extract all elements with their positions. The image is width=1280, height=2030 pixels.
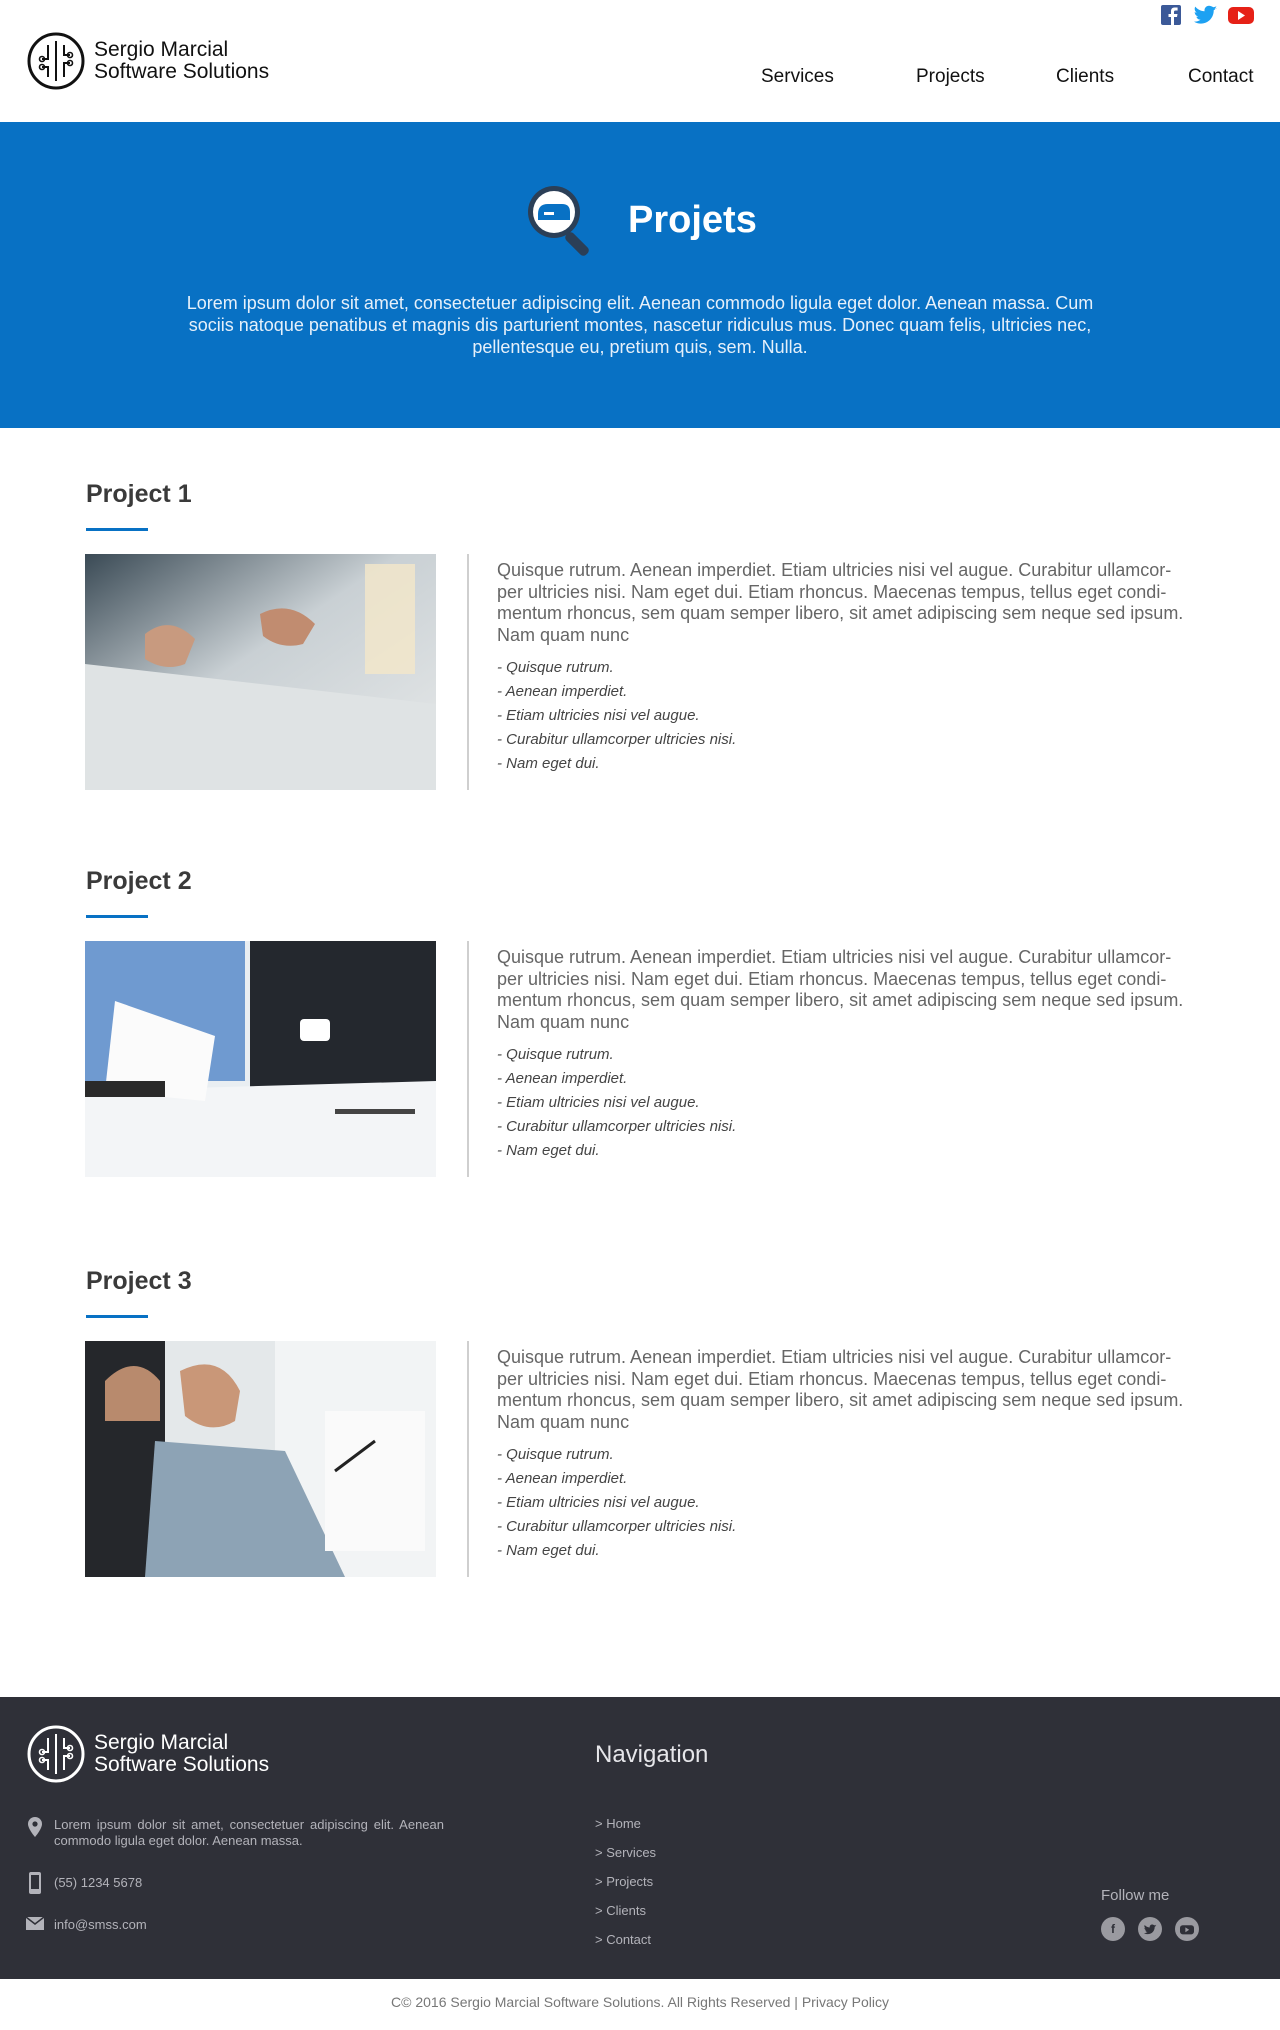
list-item: - Etiam ultricies nisi vel augue. (497, 707, 700, 724)
copyright-text: C© 2016 Sergio Marcial Software Solution… (391, 1994, 889, 2010)
circuit-brain-logo-icon (27, 1725, 85, 1783)
main-nav: Services Projects Clients Contact (0, 66, 1280, 96)
hero-banner: Projets Lorem ipsum dolor sit amet, cons… (0, 122, 1280, 428)
list-item: - Aenean imperdiet. (497, 1070, 628, 1087)
project-card: Project 1 Quisque rutrum. Aenean imperdi… (0, 480, 1280, 800)
list-item: - Nam eget dui. (497, 1142, 600, 1159)
address-text: Lorem ipsum dolor sit amet, consectetuer… (54, 1817, 444, 1848)
footer-address: Lorem ipsum dolor sit amet, consectetuer… (26, 1817, 444, 1849)
phone-icon (29, 1872, 41, 1894)
footer-phone: (55) 1234 5678 (26, 1872, 142, 1894)
list-item: - Aenean imperdiet. (497, 1470, 628, 1487)
list-item: - Curabitur ullamcorper ultricies nisi. (497, 1118, 737, 1135)
project-card: Project 3 Quisque rutrum. Aenean imperdi… (0, 1267, 1280, 1587)
title-underline (86, 528, 148, 531)
project-divider (467, 941, 469, 1177)
project-feature-list: - Quisque rutrum. - Aenean imperdiet. - … (497, 656, 736, 776)
list-item: - Nam eget dui. (497, 755, 600, 772)
footer-brand-line2: Software Solutions (94, 1753, 270, 1776)
project-description: Quisque rutrum. Aenean imperdiet. Etiam … (497, 1347, 1184, 1432)
follow-label: Follow me (1101, 1887, 1170, 1904)
footer-nav-title: Navigation (595, 1741, 709, 1768)
hero-title: Projets (628, 198, 757, 241)
list-item: - Etiam ultricies nisi vel augue. (497, 1094, 700, 1111)
nav-clients[interactable]: Clients (1056, 66, 1114, 88)
site-footer: Sergio Marcial Software Solutions Lorem … (0, 1697, 1280, 1979)
title-underline (86, 1315, 148, 1318)
footer-nav-home[interactable]: > Home (595, 1809, 656, 1838)
footer-nav-contact[interactable]: > Contact (595, 1925, 656, 1954)
footer-social-links: f (1101, 1917, 1199, 1941)
magnifier-icon (528, 186, 589, 256)
footer-nav: > Home > Services > Projects > Clients >… (595, 1809, 656, 1954)
list-item: - Etiam ultricies nisi vel augue. (497, 1494, 700, 1511)
phone-text: (55) 1234 5678 (54, 1875, 143, 1890)
project-image (85, 554, 436, 790)
facebook-icon[interactable] (1160, 5, 1182, 25)
footer-brand-logo[interactable]: Sergio Marcial Software Solutions (26, 1724, 269, 1784)
project-divider (467, 554, 469, 790)
list-item: - Quisque rutrum. (497, 1046, 614, 1063)
project-title: Project 1 (86, 480, 192, 508)
header-social-links (1160, 5, 1254, 25)
nav-services[interactable]: Services (761, 66, 834, 88)
footer-nav-services[interactable]: > Services (595, 1838, 656, 1867)
youtube-icon[interactable] (1228, 5, 1254, 25)
list-item: - Quisque rutrum. (497, 1446, 614, 1463)
project-description: Quisque rutrum. Aenean imperdiet. Etiam … (497, 560, 1184, 645)
project-divider (467, 1341, 469, 1577)
list-item: - Aenean imperdiet. (497, 683, 628, 700)
footer-brand-name: Sergio Marcial Software Solutions (94, 1732, 269, 1776)
nav-contact[interactable]: Contact (1188, 66, 1253, 88)
brand-name-line1: Sergio Marcial (94, 38, 229, 61)
project-feature-list: - Quisque rutrum. - Aenean imperdiet. - … (497, 1443, 736, 1563)
nav-projects[interactable]: Projects (916, 66, 985, 88)
list-item: - Curabitur ullamcorper ultricies nisi. (497, 731, 737, 748)
twitter-icon[interactable] (1194, 5, 1217, 25)
list-item: - Nam eget dui. (497, 1542, 600, 1559)
project-card: Project 2 Quisque rutrum. Aenean imperdi… (0, 867, 1280, 1187)
list-item: - Quisque rutrum. (497, 659, 614, 676)
facebook-icon[interactable]: f (1101, 1917, 1125, 1941)
project-image (85, 941, 436, 1177)
location-pin-icon (28, 1817, 42, 1837)
project-title: Project 2 (86, 867, 192, 895)
project-title: Project 3 (86, 1267, 192, 1295)
footer-email[interactable]: info@smss.com (26, 1917, 147, 1933)
envelope-icon (26, 1917, 44, 1930)
footer-brand-line1: Sergio Marcial (94, 1731, 229, 1754)
list-item: - Curabitur ullamcorper ultricies nisi. (497, 1518, 737, 1535)
hero-heading: Projets (522, 180, 757, 260)
project-feature-list: - Quisque rutrum. - Aenean imperdiet. - … (497, 1043, 736, 1163)
project-description: Quisque rutrum. Aenean imperdiet. Etiam … (497, 947, 1184, 1032)
title-underline (86, 915, 148, 918)
project-image (85, 1341, 436, 1577)
twitter-icon[interactable] (1138, 1917, 1162, 1941)
footer-nav-clients[interactable]: > Clients (595, 1896, 656, 1925)
email-text: info@smss.com (54, 1917, 147, 1932)
footer-nav-projects[interactable]: > Projects (595, 1867, 656, 1896)
hero-description: Lorem ipsum dolor sit amet, consectetuer… (186, 293, 1094, 357)
youtube-icon[interactable] (1175, 1917, 1199, 1941)
site-header: Sergio Marcial Software Solutions Servic… (0, 0, 1280, 122)
